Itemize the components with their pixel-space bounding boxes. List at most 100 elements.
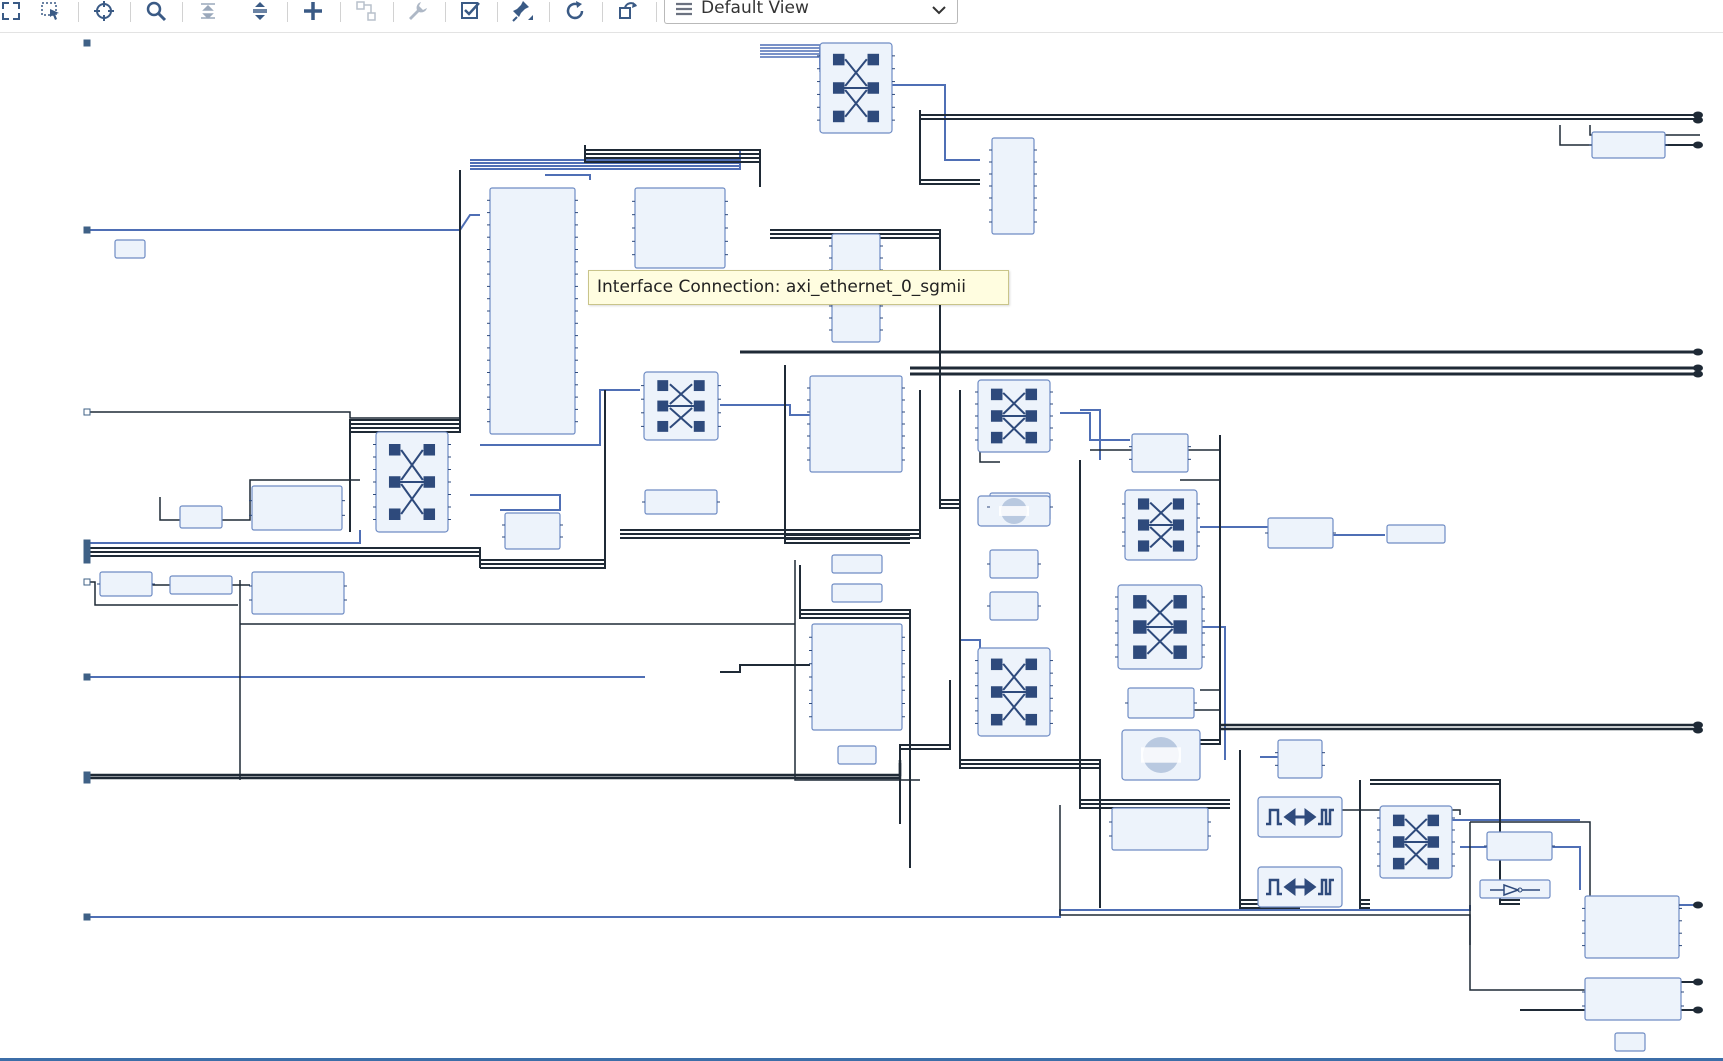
crossbar-port-icon <box>990 686 1003 698</box>
net-wire <box>919 110 980 181</box>
ip-block <box>1111 807 1209 851</box>
pin-button[interactable] <box>506 0 540 22</box>
crossbar-port-icon <box>1173 645 1187 659</box>
toolbar-separator <box>549 2 550 22</box>
collapse-all-icon <box>201 3 215 20</box>
net-wire <box>584 157 761 187</box>
menu-lines-icon <box>676 2 692 16</box>
expand-all-icon <box>253 2 267 20</box>
crosshair-button[interactable] <box>87 0 121 22</box>
crossbar-port-icon <box>1173 595 1187 609</box>
external-port <box>1693 116 1703 124</box>
select-area-icon <box>41 2 59 20</box>
external-port <box>1693 364 1703 372</box>
validate-design-icon <box>461 2 480 19</box>
crossbar-port-icon <box>423 444 436 456</box>
ip-block <box>251 571 345 615</box>
toolbar-separator <box>656 2 657 22</box>
ip-block <box>251 485 343 531</box>
external-port <box>83 913 91 921</box>
net-wire <box>86 551 481 564</box>
ip-block <box>991 137 1035 235</box>
view-select[interactable]: Default View <box>664 0 958 24</box>
diagram-toolbar: Default View <box>0 0 1723 33</box>
interconnect-block <box>1117 584 1203 670</box>
rtl-block <box>1121 729 1201 781</box>
crossbar-port-icon <box>693 380 705 392</box>
net-wire <box>86 760 902 777</box>
crossbar-port-icon <box>1172 540 1185 552</box>
crossbar-port-icon <box>1427 857 1440 870</box>
toolbar-separator <box>340 2 341 22</box>
ip-block <box>1267 517 1334 549</box>
block-design-canvas[interactable] <box>0 32 1723 1058</box>
crossbar-port-icon <box>388 444 401 456</box>
regenerate-layout-button[interactable] <box>611 0 645 22</box>
make-connection-icon <box>356 1 376 21</box>
crossbar-port-icon <box>1025 686 1038 698</box>
crossbar-port-icon <box>990 431 1003 444</box>
net-wire <box>86 530 361 544</box>
external-port <box>1693 978 1703 986</box>
refresh-icon <box>566 1 584 20</box>
clock-converter-block <box>1257 796 1343 838</box>
add-ip-button[interactable] <box>296 0 330 22</box>
crossbar-port-icon <box>1025 658 1038 671</box>
ip-block <box>1591 131 1666 159</box>
crossbar-port-icon <box>867 82 880 94</box>
interconnect-block <box>977 379 1051 453</box>
external-port <box>1693 370 1703 378</box>
crossbar-port-icon <box>832 53 845 66</box>
wrench-icon <box>409 2 427 20</box>
expand-all-button[interactable] <box>243 0 277 22</box>
crossbar-port-icon <box>423 508 436 520</box>
external-port <box>83 544 91 552</box>
crossbar-port-icon <box>423 476 436 488</box>
ip-block <box>179 505 223 529</box>
net-wire <box>1359 780 1370 901</box>
crossbar-port-icon <box>990 388 1003 401</box>
validate-design-button[interactable] <box>453 0 487 22</box>
external-port <box>83 673 91 681</box>
net-wire <box>760 56 821 72</box>
external-port <box>1693 348 1703 356</box>
toolbar-separator <box>287 2 288 22</box>
ip-block <box>1127 687 1195 719</box>
rtl-badge-band <box>999 506 1029 516</box>
crossbar-port-icon <box>832 110 845 123</box>
crossbar-port-icon <box>990 713 1003 726</box>
refresh-button[interactable] <box>558 0 592 22</box>
ip-block <box>989 549 1039 579</box>
net-wire <box>919 114 980 185</box>
external-port <box>83 776 91 784</box>
crossbar-port-icon <box>693 400 705 412</box>
ip-block <box>99 571 153 597</box>
crossbar-port-icon <box>990 410 1003 422</box>
properties-button[interactable] <box>401 0 435 22</box>
crossbar-port-icon <box>1137 519 1150 531</box>
ip-block <box>831 583 883 603</box>
crossbar-port-icon <box>1133 595 1147 609</box>
crossbar-port-icon <box>388 476 401 488</box>
ip-block <box>1386 524 1446 544</box>
ip-block <box>489 187 576 435</box>
fit-view-button[interactable] <box>0 0 28 22</box>
crossbar-port-icon <box>1392 857 1405 870</box>
interconnect-block <box>977 647 1051 737</box>
connection-tooltip: Interface Connection: axi_ethernet_0_sgm… <box>588 270 1009 305</box>
ip-block <box>114 239 146 259</box>
zoom-icon <box>146 1 167 22</box>
crossbar-port-icon <box>657 400 669 412</box>
chevron-down-icon <box>932 6 946 15</box>
make-connection-button[interactable] <box>349 0 383 22</box>
crossbar-port-icon <box>657 380 669 392</box>
ip-block <box>837 745 877 765</box>
toolbar-separator <box>445 2 446 22</box>
external-port <box>83 556 91 564</box>
select-area-button[interactable] <box>34 0 68 22</box>
pin-icon <box>512 1 533 22</box>
net-wire <box>86 547 481 560</box>
collapse-all-button[interactable] <box>191 0 225 22</box>
net-wire <box>1359 788 1370 909</box>
zoom-button[interactable] <box>139 0 173 22</box>
